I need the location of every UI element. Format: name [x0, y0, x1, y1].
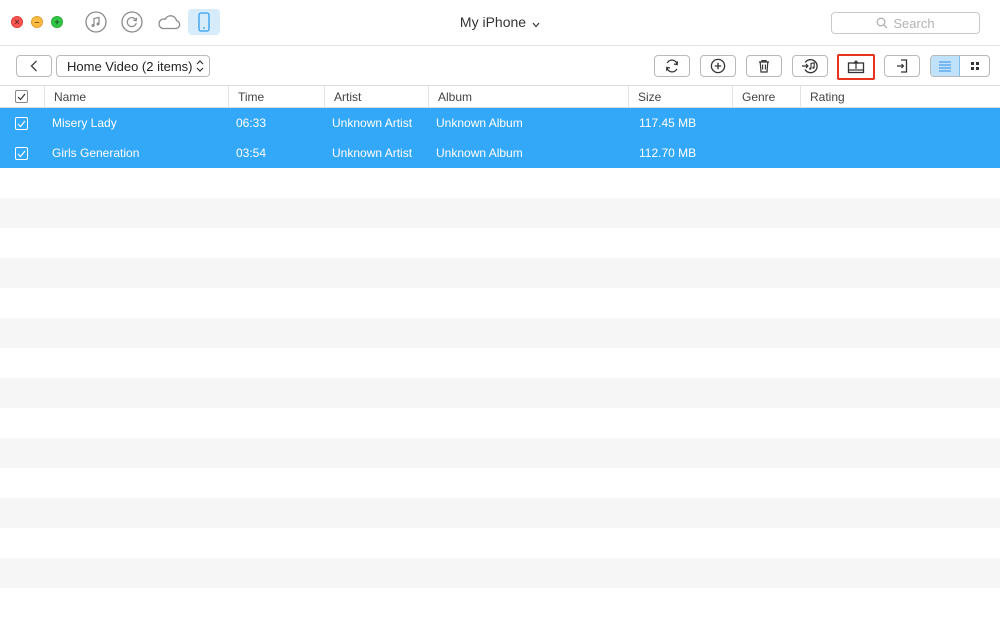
select-all-header	[0, 86, 45, 108]
empty-row	[0, 558, 1000, 588]
empty-row	[0, 228, 1000, 258]
cell-size: 112.70 MB	[639, 146, 697, 160]
cell-size: 117.45 MB	[639, 116, 697, 130]
refresh-icon	[666, 59, 678, 73]
empty-row	[0, 438, 1000, 468]
updown-chevron-icon	[196, 59, 204, 76]
empty-row	[0, 318, 1000, 348]
empty-row	[0, 528, 1000, 558]
empty-row	[0, 498, 1000, 528]
empty-row	[0, 408, 1000, 438]
column-header-artist[interactable]: Artist	[324, 86, 429, 108]
list-view-icon	[939, 61, 951, 72]
empty-row	[0, 168, 1000, 198]
device-title-label: My iPhone	[459, 14, 527, 30]
to-computer-button[interactable]	[837, 54, 875, 80]
checkmark-icon	[17, 93, 26, 100]
cell-artist: Unknown Artist	[332, 116, 413, 130]
cell-time: 06:33	[236, 116, 267, 130]
empty-row	[0, 468, 1000, 498]
to-itunes-icon	[802, 59, 818, 74]
chevron-left-icon	[30, 60, 37, 72]
toolbar: Home Video (2 items)	[0, 46, 1000, 86]
cell-name: Girls Generation	[52, 146, 140, 160]
cell-name: Misery Lady	[52, 116, 117, 130]
checkmark-icon	[17, 120, 26, 127]
empty-row	[0, 348, 1000, 378]
empty-row	[0, 288, 1000, 318]
column-header-name[interactable]: Name	[44, 86, 229, 108]
empty-row	[0, 378, 1000, 408]
empty-row	[0, 258, 1000, 288]
column-header-size[interactable]: Size	[628, 86, 733, 108]
cell-album: Unknown Album	[436, 146, 523, 160]
chevron-down-icon	[532, 15, 540, 31]
to-device-button[interactable]	[884, 55, 920, 77]
row-checkbox[interactable]	[15, 117, 28, 130]
column-header-time[interactable]: Time	[228, 86, 325, 108]
table-row[interactable]: Girls Generation 03:54 Unknown Artist Un…	[0, 138, 1000, 168]
view-toggle	[930, 55, 990, 77]
table-row[interactable]: Misery Lady 06:33 Unknown Artist Unknown…	[0, 108, 1000, 138]
search-input[interactable]: Search	[831, 12, 980, 34]
column-header-rating[interactable]: Rating	[800, 86, 1000, 108]
category-select[interactable]: Home Video (2 items)	[56, 55, 210, 77]
cell-album: Unknown Album	[436, 116, 523, 130]
column-header-genre[interactable]: Genre	[732, 86, 801, 108]
delete-icon	[759, 60, 769, 73]
to-itunes-button[interactable]	[792, 55, 828, 77]
cell-time: 03:54	[236, 146, 267, 160]
checkmark-icon	[17, 150, 26, 157]
select-all-checkbox[interactable]	[15, 90, 28, 103]
empty-row	[0, 588, 1000, 618]
list-view-button[interactable]	[931, 56, 961, 76]
empty-row	[0, 198, 1000, 228]
grid-view-icon	[970, 62, 979, 70]
row-checkbox[interactable]	[15, 147, 28, 160]
add-button[interactable]	[700, 55, 736, 77]
cell-artist: Unknown Artist	[332, 146, 413, 160]
refresh-button[interactable]	[654, 55, 690, 77]
media-table: Name Time Artist Album Size Genre Rating…	[0, 86, 1000, 620]
search-placeholder: Search	[893, 15, 935, 31]
category-select-value: Home Video (2 items)	[67, 58, 193, 74]
back-button[interactable]	[16, 55, 52, 77]
search-icon	[876, 17, 888, 29]
delete-button[interactable]	[746, 55, 782, 77]
table-header: Name Time Artist Album Size Genre Rating	[0, 86, 1000, 108]
grid-view-button[interactable]	[960, 56, 989, 76]
to-computer-icon	[847, 60, 865, 74]
to-device-icon	[897, 59, 908, 73]
column-header-album[interactable]: Album	[428, 86, 629, 108]
title-bar: × – + My iPhone Search	[0, 0, 1000, 46]
add-icon	[710, 58, 726, 74]
